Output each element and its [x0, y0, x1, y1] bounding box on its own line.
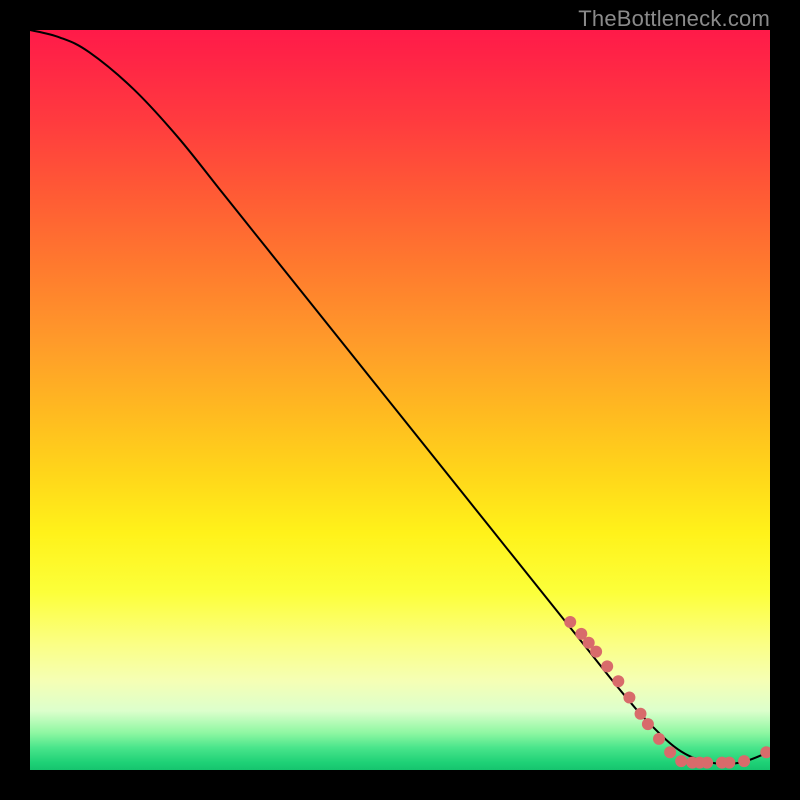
chart-overlay	[30, 30, 770, 770]
data-dot	[760, 746, 770, 758]
data-dot	[601, 660, 613, 672]
data-dot	[564, 616, 576, 628]
bottleneck-curve	[30, 30, 770, 764]
data-dots	[564, 616, 770, 769]
data-dot	[635, 708, 647, 720]
data-dot	[623, 691, 635, 703]
data-dot	[590, 646, 602, 658]
data-dot	[642, 718, 654, 730]
data-dot	[701, 757, 713, 769]
data-dot	[738, 755, 750, 767]
data-dot	[664, 746, 676, 758]
data-dot	[675, 755, 687, 767]
data-dot	[612, 675, 624, 687]
watermark-text: TheBottleneck.com	[578, 6, 770, 32]
plot-area	[30, 30, 770, 770]
data-dot	[723, 757, 735, 769]
chart-stage: TheBottleneck.com	[0, 0, 800, 800]
data-dot	[653, 733, 665, 745]
